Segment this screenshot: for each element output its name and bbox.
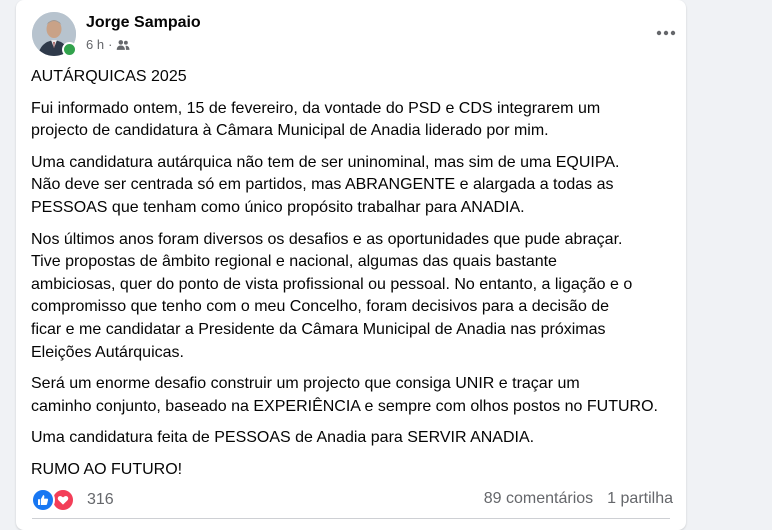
post-paragraph: Uma candidatura feita de PESSOAS de Anad… (31, 429, 535, 447)
post-paragraph: Nos últimos anos foram diversos os desaf… (31, 230, 633, 361)
post-time[interactable]: 6 h (86, 37, 104, 52)
more-options-button[interactable] (648, 20, 684, 44)
post-paragraph: AUTÁRQUICAS 2025 (31, 68, 187, 85)
more-options-icon (656, 23, 676, 41)
shares-count-link[interactable]: 1 partilha (607, 490, 673, 508)
post-footer: 316 89 comentários 1 partilha (31, 488, 673, 512)
comments-count-link[interactable]: 89 comentários (484, 490, 593, 508)
post-paragraph: Será um enorme desafio construir um proj… (31, 375, 658, 415)
post-card: Jorge Sampaio 6 h · AUTÁRQUICAS 2025 Fui… (16, 0, 686, 530)
meta-separator: · (108, 37, 113, 52)
friends-icon (116, 38, 130, 52)
post-paragraph: Uma candidatura autárquica não tem de se… (31, 153, 620, 216)
avatar[interactable] (32, 12, 77, 57)
post-body: AUTÁRQUICAS 2025 Fui informado ontem, 15… (31, 66, 681, 491)
post-meta: 6 h · (86, 37, 130, 52)
reactions-count[interactable]: 316 (87, 491, 114, 509)
footer-divider (32, 518, 670, 519)
post-paragraph: RUMO AO FUTURO! (31, 460, 183, 478)
author-name[interactable]: Jorge Sampaio (86, 14, 201, 32)
reactions-summary[interactable]: 316 (31, 488, 114, 512)
online-status-indicator (62, 42, 77, 57)
post-paragraph: Fui informado ontem, 15 de fevereiro, da… (31, 99, 601, 140)
post-header: Jorge Sampaio 6 h · (32, 12, 676, 60)
like-icon (31, 488, 55, 512)
